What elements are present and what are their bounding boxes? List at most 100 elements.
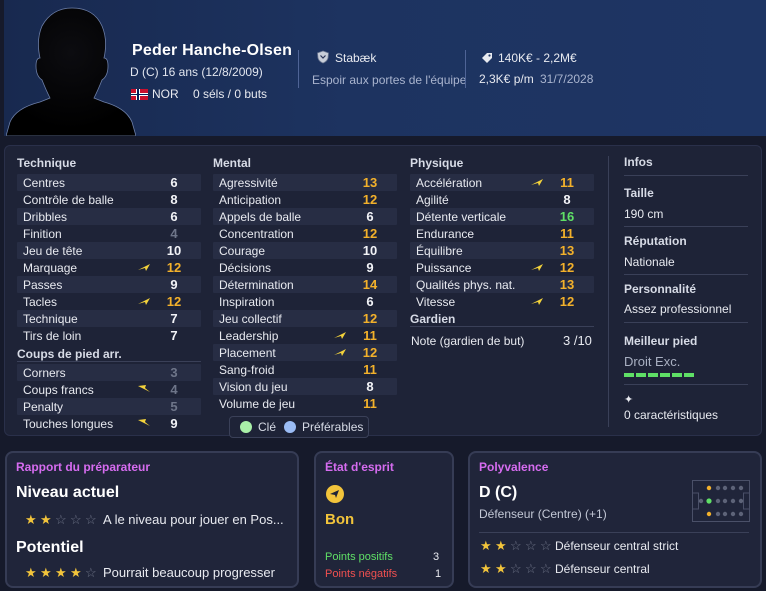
- attribute-row[interactable]: Volume de jeu 11: [213, 395, 397, 412]
- header-divider: [298, 50, 299, 88]
- star-empty-icon: ☆: [540, 561, 552, 576]
- potential-label: Potentiel: [16, 539, 84, 556]
- divider: [624, 384, 748, 385]
- attribute-label: Jeu collectif: [219, 312, 282, 326]
- attribute-value: 13: [559, 243, 575, 258]
- attribute-value: 11: [560, 175, 574, 190]
- attribute-row[interactable]: Courage 10: [213, 242, 397, 259]
- attribute-row[interactable]: Touches longues 9: [17, 415, 201, 432]
- attribute-row[interactable]: Vitesse 12: [410, 293, 594, 310]
- attribute-row[interactable]: Anticipation 12: [213, 191, 397, 208]
- attribute-label: Qualités phys. nat.: [416, 278, 516, 292]
- attribute-row[interactable]: Jeu collectif 12: [213, 310, 397, 327]
- trend-up-arrow-icon: [334, 332, 346, 339]
- attribute-row[interactable]: Penalty 5: [17, 398, 201, 415]
- attribute-value: 12: [166, 260, 182, 275]
- divider: [624, 322, 748, 323]
- attribute-label: Sang-froid: [219, 363, 275, 377]
- attribute-label: Volume de jeu: [219, 397, 296, 411]
- player-name: Peder Hanche-Olsen: [132, 42, 293, 59]
- attribute-row[interactable]: Technique 7: [17, 310, 201, 327]
- star-filled-icon: ★: [25, 565, 37, 580]
- attribute-row[interactable]: Appels de balle 6: [213, 208, 397, 225]
- attribute-row[interactable]: Passes 9: [17, 276, 201, 293]
- attribute-label: Courage: [219, 244, 266, 258]
- attribute-row[interactable]: Vision du jeu 8: [213, 378, 397, 395]
- star-empty-icon: ☆: [70, 512, 82, 527]
- attribute-row[interactable]: Sang-froid 11: [213, 361, 397, 378]
- player-nationality[interactable]: NOR: [152, 87, 179, 101]
- attribute-label: Technique: [23, 312, 78, 326]
- versatility-position: D (C): [479, 484, 518, 501]
- attribute-value: 11: [560, 226, 574, 241]
- star-empty-icon: ☆: [525, 538, 537, 553]
- star-filled-icon: ★: [480, 561, 492, 576]
- legend-key-label: Clé: [258, 420, 277, 434]
- attribute-row[interactable]: Jeu de tête 10: [17, 242, 201, 259]
- attribute-value: 9: [366, 260, 374, 275]
- attribute-row[interactable]: Détente verticale 16: [410, 208, 594, 225]
- attribute-row[interactable]: Leadership 11: [213, 327, 397, 344]
- attribute-row[interactable]: Tacles 12: [17, 293, 201, 310]
- attribute-label: Centres: [23, 176, 66, 190]
- attribute-row[interactable]: Corners 3: [17, 364, 201, 381]
- attribute-row[interactable]: Puissance 12: [410, 259, 594, 276]
- attribute-row[interactable]: Agilité 8: [410, 191, 594, 208]
- attribute-row[interactable]: Placement 12: [213, 344, 397, 361]
- attribute-label: Équilibre: [416, 244, 463, 258]
- divider: [624, 274, 748, 275]
- attribute-value: 6: [170, 209, 178, 224]
- attribute-row[interactable]: Finition 4: [17, 225, 201, 242]
- star-filled-icon: ★: [495, 538, 507, 553]
- negatives-label: Points négatifs: [325, 568, 398, 580]
- attribute-row[interactable]: Équilibre 13: [410, 242, 594, 259]
- physique-title: Physique: [410, 156, 464, 170]
- attribute-value: 8: [563, 192, 571, 207]
- star-empty-icon: ☆: [55, 512, 67, 527]
- traits-count[interactable]: 0 caractéristiques: [624, 408, 718, 422]
- attribute-value: 6: [366, 294, 374, 309]
- attribute-row[interactable]: Contrôle de balle 8: [17, 191, 201, 208]
- star-empty-icon: ☆: [510, 561, 522, 576]
- attribute-row[interactable]: Coups francs 4: [17, 381, 201, 398]
- attribute-value: 12: [166, 294, 182, 309]
- mindset-title: État d'esprit: [325, 460, 394, 474]
- legend-preferred-label: Préférables: [302, 420, 364, 434]
- attribute-value: 12: [559, 260, 575, 275]
- attribute-row[interactable]: Accélération 11: [410, 174, 594, 191]
- star-empty-icon: ☆: [85, 565, 97, 580]
- attribute-row[interactable]: Dribbles 6: [17, 208, 201, 225]
- attribute-value: 4: [170, 382, 178, 397]
- club-name[interactable]: Stabæk: [335, 51, 376, 65]
- reputation-value: Nationale: [624, 255, 675, 269]
- trend-up-arrow-icon: [531, 298, 543, 305]
- attribute-value: 4: [170, 226, 178, 241]
- attribute-label: Touches longues: [23, 417, 114, 431]
- attribute-row[interactable]: Inspiration 6: [213, 293, 397, 310]
- technique-title: Technique: [17, 156, 77, 170]
- attribute-value: 12: [362, 311, 378, 326]
- attribute-label: Vitesse: [416, 295, 456, 309]
- potential-text: Pourrait beaucoup progresser: [103, 565, 275, 580]
- attribute-label: Coups francs: [23, 383, 94, 397]
- attribute-row[interactable]: Détermination 14: [213, 276, 397, 293]
- attribute-row[interactable]: Concentration 12: [213, 225, 397, 242]
- attribute-label: Détermination: [219, 278, 294, 292]
- attribute-row[interactable]: Tirs de loin 7: [17, 327, 201, 344]
- attribute-row[interactable]: Agressivité 13: [213, 174, 397, 191]
- attribute-row[interactable]: Qualités phys. nat. 13: [410, 276, 594, 293]
- attribute-row[interactable]: Marquage 12: [17, 259, 201, 276]
- attribute-row[interactable]: Endurance 11: [410, 225, 594, 242]
- star-filled-icon: ★: [480, 538, 492, 553]
- infos-title: Infos: [624, 155, 653, 169]
- club-crest-icon: [317, 50, 329, 64]
- attribute-row[interactable]: Décisions 9: [213, 259, 397, 276]
- attribute-label: Dribbles: [23, 210, 68, 224]
- attribute-label: Décisions: [219, 261, 272, 275]
- star-empty-icon: ☆: [525, 561, 537, 576]
- attribute-label: Appels de balle: [219, 210, 302, 224]
- attribute-value: 11: [363, 362, 377, 377]
- star-empty-icon: ☆: [510, 538, 522, 553]
- club-role: Espoir aux portes de l'équipe: [312, 73, 467, 87]
- attribute-row[interactable]: Centres 6: [17, 174, 201, 191]
